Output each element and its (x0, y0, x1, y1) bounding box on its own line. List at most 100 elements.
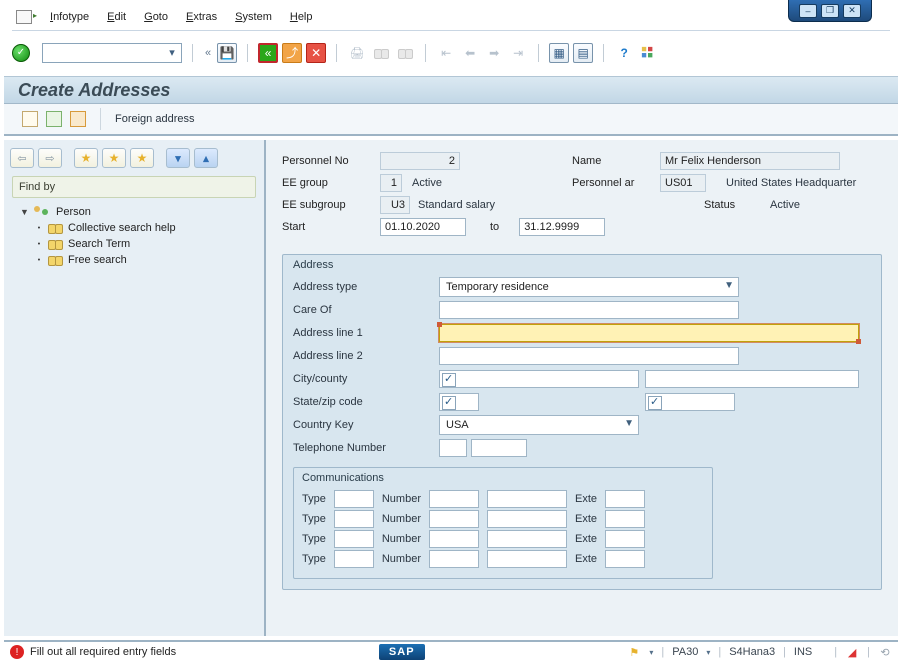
comm-number-a-field[interactable] (429, 490, 479, 508)
layout-icon[interactable]: ▤ (573, 43, 593, 63)
tree-bullet-icon: • (34, 257, 44, 264)
personnel-no-value: 2 (380, 152, 460, 170)
doc-display-icon[interactable] (70, 111, 86, 127)
nav-favorite-1-icon[interactable] (74, 148, 98, 168)
tree-node-label: Collective search help (68, 222, 176, 234)
tree-node-free-search[interactable]: • Free search (20, 252, 254, 268)
dropdown-icon[interactable]: ▾ (649, 648, 653, 657)
comm-ext-label: Exte (575, 493, 597, 505)
toolbar-separator (192, 44, 193, 62)
state-zip-label: State/zip code (293, 396, 439, 408)
telephone-number-field[interactable] (471, 439, 527, 457)
menu-dropdown-icon[interactable] (16, 10, 32, 24)
communications-row: Type Number Exte (302, 550, 704, 568)
comm-type-field[interactable] (334, 530, 374, 548)
tree-node-person[interactable]: ▼ Person (20, 204, 254, 220)
toolbar-separator (425, 44, 426, 62)
foreign-address-button[interactable]: Foreign address (115, 113, 195, 125)
session-indicator-icon[interactable]: ◢ (845, 645, 859, 659)
new-session-icon[interactable]: ▦ (549, 43, 569, 63)
dropdown-icon[interactable]: ▾ (706, 648, 710, 657)
comm-number-a-field[interactable] (429, 550, 479, 568)
transaction-code: PA30 (672, 646, 698, 658)
comm-number-b-field[interactable] (487, 550, 567, 568)
country-key-dropdown[interactable]: USA ▼ (439, 415, 639, 435)
comm-type-field[interactable] (334, 510, 374, 528)
comm-type-field[interactable] (334, 490, 374, 508)
menu-extras[interactable]: Extras (186, 11, 217, 23)
comm-number-a-field[interactable] (429, 530, 479, 548)
enter-button[interactable] (12, 44, 30, 62)
comm-number-b-field[interactable] (487, 490, 567, 508)
command-field-dropdown-icon[interactable]: ▾ (165, 46, 179, 59)
menu-help[interactable]: Help (290, 11, 313, 23)
toolbar-chevron-left-icon[interactable]: « (203, 47, 213, 59)
comm-ext-field[interactable] (605, 550, 645, 568)
error-icon: ! (10, 645, 24, 659)
care-of-label: Care Of (293, 304, 439, 316)
comm-ext-field[interactable] (605, 530, 645, 548)
city-field[interactable] (439, 370, 639, 388)
doc-new-icon[interactable] (22, 111, 38, 127)
page-title: Create Addresses (4, 76, 898, 104)
nav-forward-icon[interactable] (38, 148, 62, 168)
customize-icon[interactable] (638, 43, 658, 63)
address-group: Address Address type Temporary residence… (282, 254, 882, 590)
comm-type-field[interactable] (334, 550, 374, 568)
county-field[interactable] (645, 370, 859, 388)
menu-goto[interactable]: Goto (144, 11, 168, 23)
warning-indicator-icon[interactable]: ⚑ (627, 645, 641, 659)
tree-collapse-icon[interactable]: ▼ (20, 207, 30, 217)
last-page-icon: ⇥ (508, 43, 528, 63)
state-field[interactable] (439, 393, 479, 411)
nav-back-icon[interactable] (10, 148, 34, 168)
address-line-1-field[interactable] (439, 324, 859, 342)
doc-copy-icon[interactable] (46, 111, 62, 127)
menu-edit[interactable]: Edit (107, 11, 126, 23)
nav-strip (4, 140, 264, 170)
communications-row: Type Number Exte (302, 510, 704, 528)
address-type-dropdown[interactable]: Temporary residence ▼ (439, 277, 739, 297)
ee-subgroup-text: Standard salary (418, 199, 495, 211)
status-label: Status (704, 199, 752, 211)
nav-favorite-3-icon[interactable] (130, 148, 154, 168)
comm-ext-field[interactable] (605, 490, 645, 508)
system-name: S4Hana3 (729, 646, 775, 658)
exit-icon[interactable]: ⤴ (282, 43, 302, 63)
nav-collapse-icon[interactable] (194, 148, 218, 168)
comm-number-label: Number (382, 533, 421, 545)
toolbar-separator (100, 108, 101, 130)
telephone-prefix-field[interactable] (439, 439, 467, 457)
body-area: Find by ▼ Person • Collective search hel… (4, 140, 898, 636)
address-line-2-field[interactable] (439, 347, 739, 365)
back-icon[interactable]: « (258, 43, 278, 63)
communications-row: Type Number Exte (302, 490, 704, 508)
nav-expand-icon[interactable] (166, 148, 190, 168)
communications-row: Type Number Exte (302, 530, 704, 548)
start-date-field[interactable]: 01.10.2020 (380, 218, 466, 236)
cancel-icon[interactable]: ✕ (306, 43, 326, 63)
tree-node-collective-search[interactable]: • Collective search help (20, 220, 254, 236)
start-label: Start (282, 221, 380, 233)
tree-node-label: Free search (68, 254, 127, 266)
care-of-field[interactable] (439, 301, 739, 319)
tree-node-search-term[interactable]: • Search Term (20, 236, 254, 252)
tree-node-label: Search Term (68, 238, 130, 250)
comm-number-b-field[interactable] (487, 510, 567, 528)
comm-ext-field[interactable] (605, 510, 645, 528)
save-icon[interactable]: 💾 (217, 43, 237, 63)
prev-page-icon: ⬅ (460, 43, 480, 63)
comm-number-a-field[interactable] (429, 510, 479, 528)
zip-field[interactable] (645, 393, 735, 411)
help-icon[interactable]: ? (614, 43, 634, 63)
comm-number-label: Number (382, 553, 421, 565)
menu-infotype[interactable]: Infotype (50, 11, 89, 23)
nav-favorite-2-icon[interactable] (102, 148, 126, 168)
command-field[interactable]: ▾ (42, 43, 182, 63)
comm-number-b-field[interactable] (487, 530, 567, 548)
menu-system[interactable]: System (235, 11, 272, 23)
layout-toggle-icon[interactable]: ⟲ (878, 645, 892, 659)
city-county-label: City/county (293, 373, 439, 385)
end-date-field[interactable]: 31.12.9999 (519, 218, 605, 236)
app-toolbar: ▾ « 💾 « ⤴ ✕ 🖨 ⇤ ⬅ ➡ ⇥ ▦ ▤ ? (12, 30, 890, 66)
